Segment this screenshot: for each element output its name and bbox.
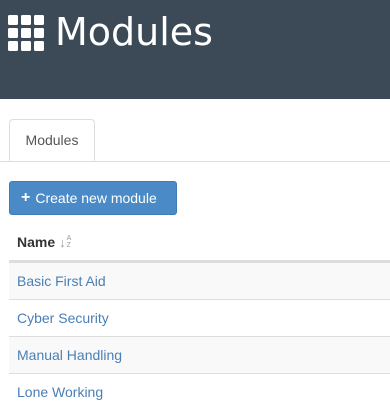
create-module-label: Create new module xyxy=(35,190,157,206)
plus-icon: + xyxy=(21,189,31,206)
create-module-button[interactable]: + Create new module xyxy=(9,181,177,215)
table-row: Manual Handling xyxy=(9,336,390,373)
name-column-header[interactable]: Name ↓ A Z xyxy=(9,224,390,262)
tab-bar: Modules xyxy=(0,119,390,162)
grid-icon xyxy=(8,15,46,53)
page-header: Modules xyxy=(0,0,390,99)
page-title-group: Modules xyxy=(8,10,213,54)
sort-ascending-icon[interactable]: ↓ A Z xyxy=(59,235,71,250)
sort-icon-top-letter: A xyxy=(66,235,72,242)
module-link[interactable]: Lone Working xyxy=(17,384,103,400)
table-row: Basic First Aid xyxy=(9,262,390,299)
module-link[interactable]: Manual Handling xyxy=(17,347,122,363)
modules-table: Name ↓ A Z Basic First Aid Cyber Securit… xyxy=(9,224,390,410)
module-link[interactable]: Cyber Security xyxy=(17,310,109,326)
module-link[interactable]: Basic First Aid xyxy=(17,273,106,289)
table-row: Lone Working xyxy=(9,373,390,410)
page-title: Modules xyxy=(55,10,213,54)
table-row: Cyber Security xyxy=(9,299,390,336)
tab-modules[interactable]: Modules xyxy=(9,119,95,161)
sort-icon-bottom-letter: Z xyxy=(66,242,71,249)
name-column-label: Name xyxy=(17,234,56,250)
